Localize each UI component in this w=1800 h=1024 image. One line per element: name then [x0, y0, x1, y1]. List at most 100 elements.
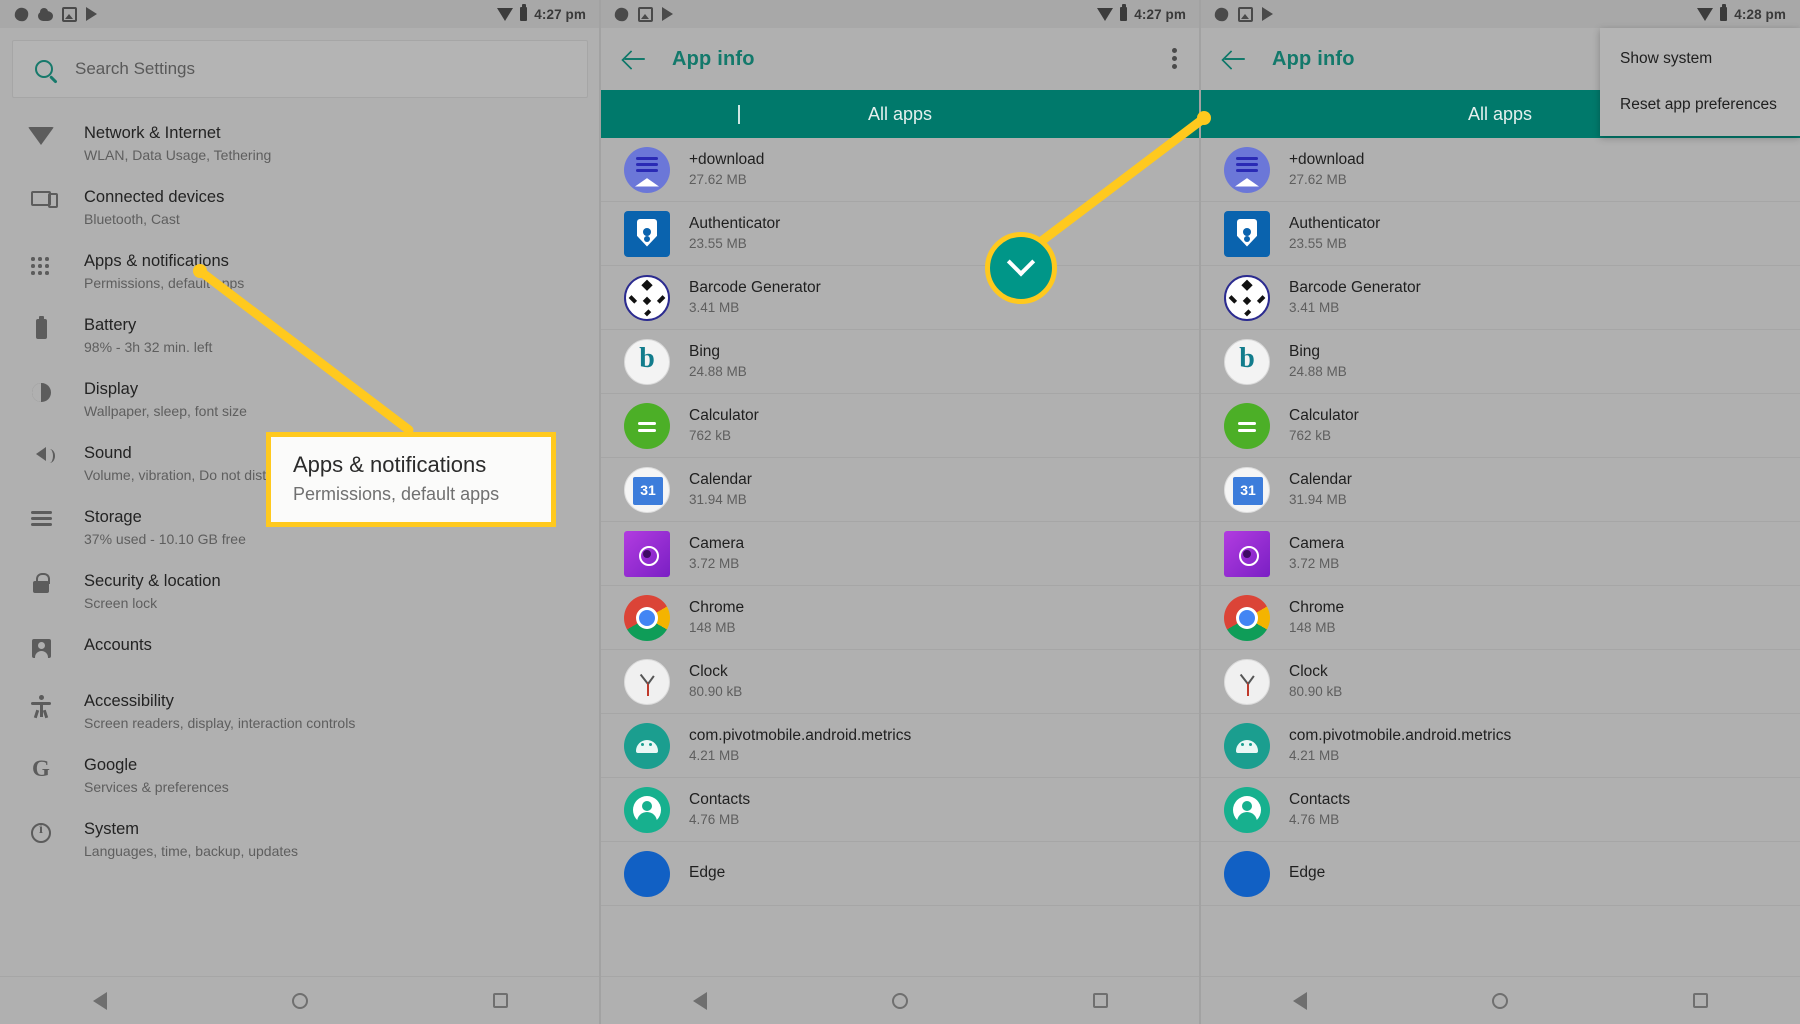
recents-nav-icon[interactable] — [1092, 993, 1108, 1008]
chevron-down-icon[interactable] — [738, 105, 740, 124]
download-app-icon — [624, 146, 670, 193]
sidebar-item-google[interactable]: G Google Services & preferences — [0, 744, 600, 808]
table-row[interactable]: Barcode Generator 3.41 MB — [1200, 266, 1800, 330]
accessibility-icon — [31, 695, 51, 719]
sidebar-item-accounts[interactable]: Accounts — [0, 624, 600, 680]
authenticator-icon — [1224, 210, 1270, 257]
app-size: 4.76 MB — [689, 812, 740, 827]
account-icon — [31, 639, 51, 658]
table-row[interactable]: Calculator 762 kB — [1200, 394, 1800, 458]
sidebar-item-label: Storage — [84, 508, 142, 526]
chrome-icon — [624, 594, 670, 641]
all-apps-filter-middle[interactable]: All apps — [600, 90, 1200, 138]
table-row[interactable]: +download 27.62 MB — [600, 138, 1200, 202]
table-row[interactable]: Calendar 31.94 MB — [600, 458, 1200, 522]
table-row[interactable]: Authenticator 23.55 MB — [600, 202, 1200, 266]
home-nav-icon[interactable] — [291, 992, 308, 1009]
sidebar-item-security-location[interactable]: Security & location Screen lock — [0, 560, 600, 624]
back-nav-icon[interactable] — [692, 991, 707, 1010]
home-nav-icon[interactable] — [891, 992, 908, 1009]
search-settings-field[interactable]: Search Settings — [12, 40, 588, 98]
table-row[interactable]: Contacts 4.76 MB — [600, 778, 1200, 842]
sidebar-item-apps-notifications[interactable]: Apps & notifications Permissions, defaul… — [0, 240, 600, 304]
image-icon — [1238, 6, 1253, 22]
battery-icon — [35, 316, 47, 339]
table-row[interactable]: Clock 80.90 kB — [1200, 650, 1800, 714]
wifi-icon — [28, 127, 54, 145]
sidebar-item-system[interactable]: System Languages, time, backup, updates — [0, 808, 600, 872]
menu-item-reset-app-preferences[interactable]: Reset app preferences — [1600, 82, 1800, 128]
sidebar-item-sublabel: Services & preferences — [84, 779, 229, 795]
table-row[interactable]: Calendar 31.94 MB — [1200, 458, 1800, 522]
table-row[interactable]: Edge — [600, 842, 1200, 906]
table-row[interactable]: Camera 3.72 MB — [600, 522, 1200, 586]
app-size: 4.21 MB — [689, 748, 740, 763]
table-row[interactable]: Clock 80.90 kB — [600, 650, 1200, 714]
app-size: 31.94 MB — [1289, 492, 1347, 507]
recents-nav-icon[interactable] — [1692, 993, 1708, 1008]
table-row[interactable]: Bing 24.88 MB — [600, 330, 1200, 394]
table-row[interactable]: Camera 3.72 MB — [1200, 522, 1800, 586]
app-info-panel-right: 4:28 pm App info All apps +download 27.62… — [1200, 0, 1800, 1024]
app-size: 27.62 MB — [689, 172, 747, 187]
app-size: 4.21 MB — [1289, 748, 1340, 763]
table-row[interactable]: Contacts 4.76 MB — [1200, 778, 1800, 842]
table-row[interactable]: Chrome 148 MB — [600, 586, 1200, 650]
wifi-icon — [497, 7, 514, 21]
app-name: Authenticator — [689, 215, 781, 232]
back-nav-icon[interactable] — [92, 991, 107, 1010]
home-nav-icon[interactable] — [1491, 992, 1508, 1009]
play-icon — [1262, 7, 1273, 21]
table-row[interactable]: Calculator 762 kB — [600, 394, 1200, 458]
calendar-icon — [1224, 466, 1270, 513]
status-bar-system-icons: 4:27 pm — [1097, 4, 1186, 22]
burst-icon — [614, 7, 629, 21]
battery-icon — [1720, 4, 1728, 21]
recents-nav-icon[interactable] — [492, 993, 508, 1008]
sidebar-item-label: Battery — [84, 316, 137, 334]
table-row[interactable]: Edge — [1200, 842, 1800, 906]
sidebar-item-display[interactable]: Display Wallpaper, sleep, font size — [0, 368, 600, 432]
app-size: 27.62 MB — [1289, 172, 1347, 187]
table-row[interactable]: +download 27.62 MB — [1200, 138, 1800, 202]
sidebar-item-battery[interactable]: Battery 98% - 3h 32 min. left — [0, 304, 600, 368]
app-name: Calculator — [1289, 407, 1359, 424]
sidebar-item-connected-devices[interactable]: Connected devices Bluetooth, Cast — [0, 176, 600, 240]
app-size: 31.94 MB — [689, 492, 747, 507]
image-icon — [638, 6, 653, 22]
back-arrow-icon[interactable] — [622, 46, 648, 72]
app-name: Authenticator — [1289, 215, 1381, 232]
google-g-icon: G — [32, 756, 50, 781]
app-size: 148 MB — [1289, 620, 1336, 635]
table-row[interactable]: Chrome 148 MB — [1200, 586, 1800, 650]
clock-icon — [624, 658, 670, 705]
overflow-menu: Show system Reset app preferences — [1600, 28, 1800, 136]
back-arrow-icon[interactable] — [1222, 46, 1248, 72]
menu-item-show-system[interactable]: Show system — [1600, 36, 1800, 82]
table-row[interactable]: com.pivotmobile.android.metrics 4.21 MB — [600, 714, 1200, 778]
burst-icon — [14, 7, 29, 21]
back-nav-icon[interactable] — [1292, 991, 1307, 1010]
table-row[interactable]: Authenticator 23.55 MB — [1200, 202, 1800, 266]
table-row[interactable]: Barcode Generator 3.41 MB — [600, 266, 1200, 330]
kebab-menu-icon[interactable] — [1172, 46, 1178, 72]
sidebar-item-network[interactable]: Network & Internet WLAN, Data Usage, Tet… — [0, 112, 600, 176]
status-bar-notification-icons — [1214, 6, 1273, 22]
app-name: Camera — [1289, 535, 1345, 552]
panel-divider — [599, 0, 601, 1024]
sidebar-item-sublabel: 98% - 3h 32 min. left — [84, 339, 213, 355]
status-bar-clock: 4:27 pm — [1134, 6, 1186, 22]
app-size: 762 kB — [689, 428, 732, 443]
table-row[interactable]: com.pivotmobile.android.metrics 4.21 MB — [1200, 714, 1800, 778]
search-placeholder: Search Settings — [75, 59, 196, 78]
chevron-down-icon — [1006, 248, 1036, 277]
chevron-highlight-marker[interactable] — [985, 232, 1057, 304]
app-name: Bing — [1289, 343, 1321, 360]
app-name: Clock — [689, 663, 728, 680]
speaker-icon — [36, 447, 55, 463]
app-info-panel-middle: 4:27 pm App info All apps +download 27.62… — [600, 0, 1200, 1024]
navigation-bar-middle — [600, 976, 1200, 1024]
table-row[interactable]: Bing 24.88 MB — [1200, 330, 1800, 394]
sidebar-item-accessibility[interactable]: Accessibility Screen readers, display, i… — [0, 680, 600, 744]
status-bar-clock: 4:28 pm — [1734, 6, 1786, 22]
